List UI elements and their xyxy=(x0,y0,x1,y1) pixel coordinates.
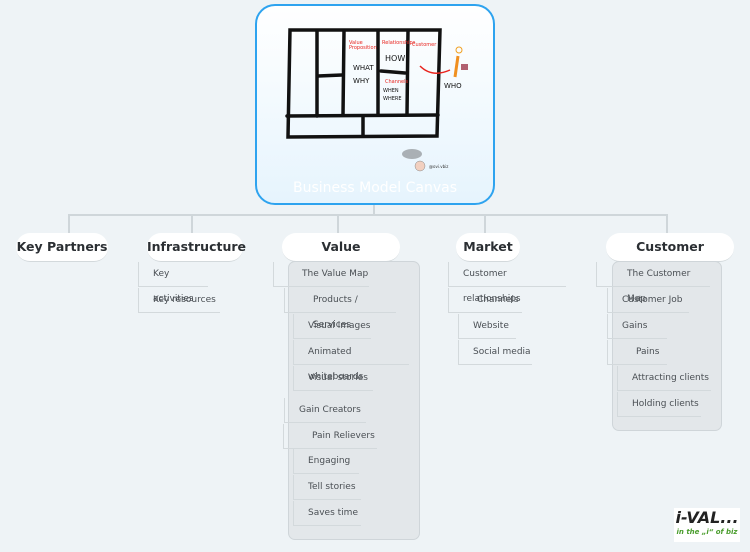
connector xyxy=(191,214,193,233)
connector xyxy=(484,214,486,233)
logo-tagline: in the „i“ of biz xyxy=(676,528,738,536)
topic-item[interactable]: Customer relationships xyxy=(448,262,566,304)
connector xyxy=(666,214,668,233)
svg-text:Relationships: Relationships xyxy=(382,40,416,46)
topic-item[interactable]: Gain Creators xyxy=(284,398,366,423)
svg-text:@ovi.vbiz: @ovi.vbiz xyxy=(429,164,448,169)
root-topic[interactable]: Value Proposition Relationships Customer … xyxy=(255,4,495,205)
svg-text:WHY: WHY xyxy=(353,77,370,85)
svg-text:HOW: HOW xyxy=(385,54,405,63)
topic-item[interactable]: Engaging xyxy=(293,449,359,474)
topic-item[interactable]: Saves time xyxy=(293,501,361,526)
topic-item[interactable]: Attracting clients xyxy=(617,366,711,391)
topic-item[interactable]: The Customer Map xyxy=(596,262,710,304)
branch-key-partners[interactable]: Key Partners xyxy=(16,233,108,262)
svg-text:Channels: Channels xyxy=(385,79,409,85)
topic-item[interactable]: Animated whiteboards xyxy=(293,340,409,382)
topic-item[interactable]: Customer Job xyxy=(607,288,689,313)
topic-item[interactable]: Visual stories xyxy=(293,366,373,391)
logo-main: i-VAL... xyxy=(675,508,739,527)
topic-item[interactable]: Key resources xyxy=(138,288,220,313)
branch-market[interactable]: Market xyxy=(456,233,520,262)
topic-item[interactable]: Pain Relievers xyxy=(283,424,377,449)
branch-customer-segments[interactable]: Customer Segments xyxy=(606,233,734,282)
branch-value-proposition[interactable]: Value Proposition xyxy=(282,233,400,282)
topic-item[interactable]: Channels xyxy=(448,288,522,313)
connector xyxy=(337,214,339,233)
topic-item[interactable]: The Value Map xyxy=(273,262,369,287)
branch-infrastructure[interactable]: Infrastructure xyxy=(147,233,246,262)
topic-item[interactable]: Social media xyxy=(458,340,532,365)
svg-text:Customer: Customer xyxy=(412,42,437,48)
topic-item[interactable]: Website xyxy=(458,314,516,339)
topic-item[interactable]: Holding clients xyxy=(617,392,701,417)
topic-item[interactable]: Pains xyxy=(607,340,667,365)
root-title: Business Model Canvas xyxy=(292,180,458,196)
svg-text:WHERE: WHERE xyxy=(383,96,402,102)
topic-item[interactable]: Gains xyxy=(607,314,667,339)
topic-item[interactable]: Key activities xyxy=(138,262,208,304)
svg-text:WHAT: WHAT xyxy=(353,64,374,72)
connector xyxy=(68,214,70,233)
topic-item[interactable]: Tell stories xyxy=(293,475,361,500)
svg-text:WHEN: WHEN xyxy=(383,88,399,94)
topic-item[interactable]: Products / Services xyxy=(284,288,396,330)
business-model-canvas-sketch: ValueProposition Relationships Customer … xyxy=(285,28,468,172)
connector xyxy=(68,214,667,216)
svg-text:Proposition: Proposition xyxy=(349,45,377,51)
svg-text:WHO: WHO xyxy=(444,82,462,90)
topic-item[interactable]: Visual images xyxy=(293,314,371,339)
i-val-logo: i-VAL... in the „i“ of biz xyxy=(674,508,740,542)
